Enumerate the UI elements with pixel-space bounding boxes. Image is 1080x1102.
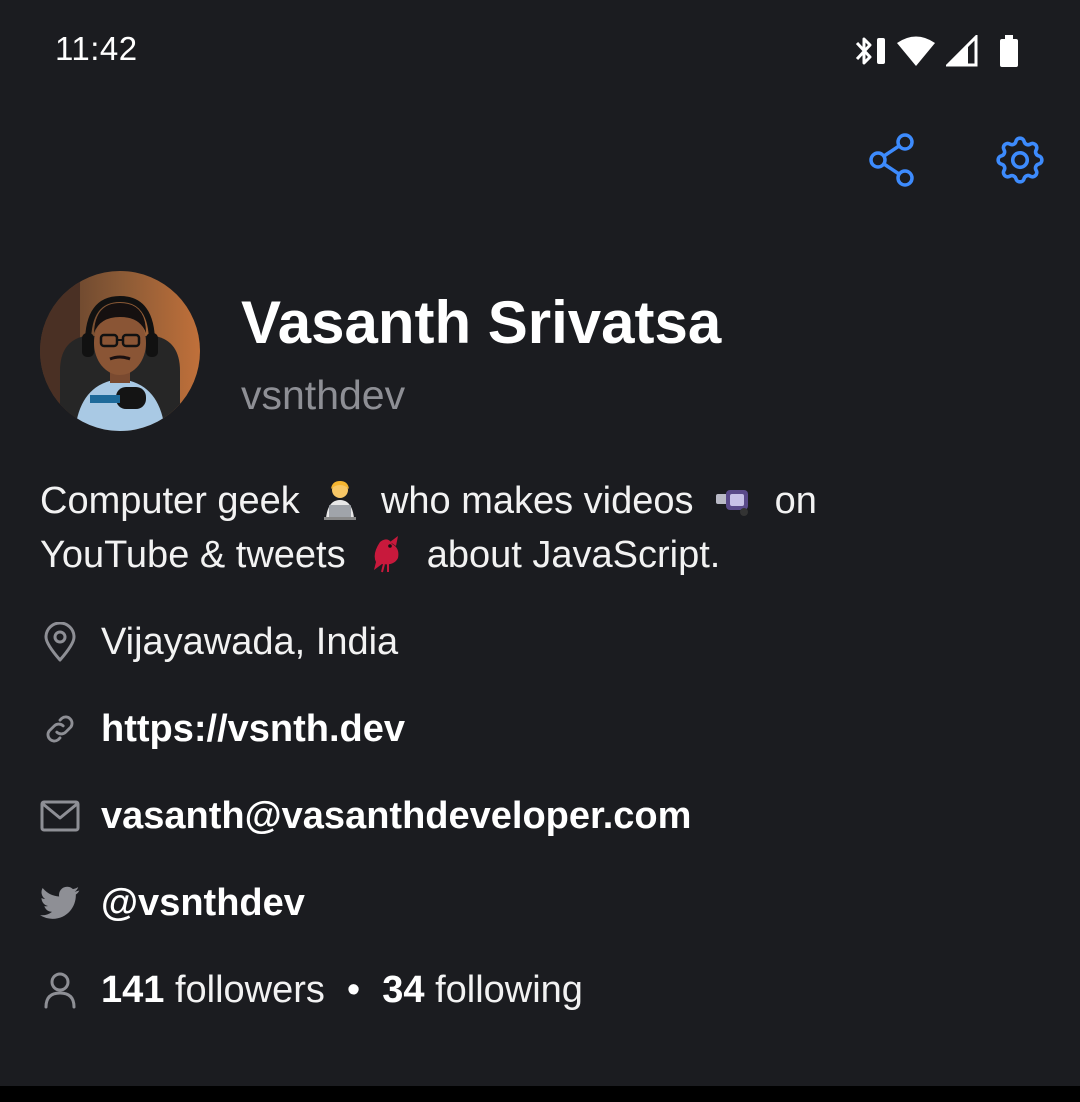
status-bar: 11:42: [0, 0, 1080, 100]
avatar: [40, 271, 200, 431]
top-actions: [862, 130, 1050, 190]
bluetooth-icon: [855, 37, 872, 65]
website-link[interactable]: https://vsnth.dev: [101, 708, 405, 751]
followers-count[interactable]: 141: [101, 969, 164, 1011]
twitter-handle[interactable]: @vsnthdev: [101, 882, 305, 925]
bio-text: who makes videos: [380, 480, 694, 522]
profile-username: vsnthdev: [241, 372, 406, 418]
share-icon: [869, 133, 914, 187]
email-row[interactable]: vasanth@vasanthdeveloper.com: [40, 786, 691, 846]
twitter-icon: [40, 883, 80, 923]
profile-name: Vasanth Srivatsa: [241, 289, 722, 356]
following-label[interactable]: following: [435, 969, 583, 1011]
video-camera-emoji-icon: [716, 490, 749, 516]
gear-icon: [996, 136, 1044, 184]
vibrate-icon: [877, 38, 885, 64]
followers-row: 141 followers • 34 following: [40, 960, 583, 1020]
separator-dot: •: [346, 968, 361, 1011]
battery-icon: [1000, 35, 1018, 67]
technologist-emoji-icon: [324, 481, 357, 520]
user-icon: [40, 970, 80, 1010]
bio-text: Computer geek: [40, 480, 300, 522]
bottom-nav-edge: [0, 1086, 1080, 1102]
cellular-signal-icon: [946, 35, 978, 67]
bio-text: about JavaScript.: [426, 534, 721, 576]
profile-bio: Computer geek who makes videos on YouTub…: [40, 474, 1040, 582]
link-icon: [40, 709, 80, 749]
mail-icon: [40, 796, 80, 836]
settings-button[interactable]: [990, 130, 1050, 190]
status-icons: [854, 33, 1020, 69]
bio-text: on: [774, 480, 817, 522]
email-link[interactable]: vasanth@vasanthdeveloper.com: [101, 795, 691, 838]
bird-emoji-icon: [374, 536, 399, 573]
bio-text: YouTube & tweets: [40, 534, 346, 576]
location-pin-icon: [40, 622, 80, 662]
twitter-row[interactable]: @vsnthdev: [40, 873, 305, 933]
followers-label[interactable]: followers: [175, 969, 325, 1011]
status-time: 11:42: [55, 30, 138, 67]
location-text: Vijayawada, India: [101, 620, 399, 663]
wifi-icon: [897, 36, 935, 66]
share-button[interactable]: [862, 130, 922, 190]
followers-stats: 141 followers • 34 following: [101, 969, 583, 1012]
following-count[interactable]: 34: [382, 969, 424, 1011]
website-row[interactable]: https://vsnth.dev: [40, 699, 405, 759]
location-row: Vijayawada, India: [40, 612, 398, 672]
